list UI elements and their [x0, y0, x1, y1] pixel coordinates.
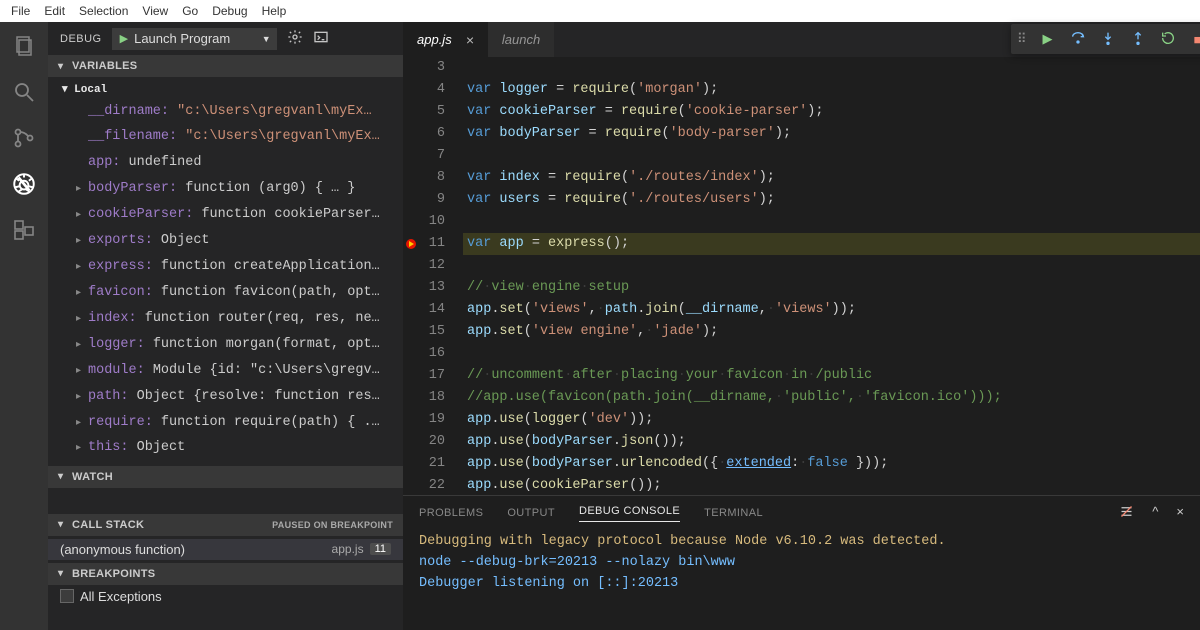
extensions-icon[interactable]: [10, 216, 38, 244]
panel-tab-problems[interactable]: PROBLEMS: [419, 507, 483, 519]
variable-row[interactable]: ▸logger: function morgan(format, opt…: [48, 332, 403, 358]
scm-icon[interactable]: [10, 124, 38, 152]
console-line: Debugging with legacy protocol because N…: [419, 532, 1184, 553]
gear-icon[interactable]: [287, 29, 303, 48]
chevron-down-icon: ▾: [62, 84, 68, 96]
debug-sidebar: DEBUG ▶ Launch Program ▼ ▾ VARIABLES ▾: [48, 22, 403, 630]
variable-row[interactable]: app: undefined: [48, 151, 403, 177]
menu-bar: File Edit Selection View Go Debug Help: [0, 0, 1200, 22]
watch-header[interactable]: ▾ WATCH: [48, 466, 403, 488]
chevron-down-icon: ▾: [58, 471, 68, 482]
tab-appjs[interactable]: app.js ×: [403, 22, 488, 57]
grip-icon[interactable]: ⠿: [1017, 31, 1027, 47]
chevron-down-icon: ▾: [58, 61, 68, 72]
variable-row[interactable]: ▸bodyParser: function (arg0) { … }: [48, 177, 403, 203]
variable-row[interactable]: __filename: "c:\Users\gregvanl\myEx…: [48, 125, 403, 151]
variable-row[interactable]: ▸module: Module {id: "c:\Users\gregv…: [48, 358, 403, 384]
stop-icon[interactable]: ■: [1189, 32, 1200, 47]
panel-tab-terminal[interactable]: TERMINAL: [704, 507, 763, 519]
variable-row[interactable]: ▸express: function createApplication…: [48, 255, 403, 281]
debug-config-name: Launch Program: [134, 31, 230, 46]
editor-area: app.js × launch ••• ⠿ ▶ ■ 3456789101112: [403, 22, 1200, 630]
console-line: node --debug-brk=20213 --nolazy bin\www: [419, 553, 1184, 574]
variables-body: ▾ Local __dirname: "c:\Users\gregvanl\my…: [48, 77, 403, 466]
explorer-icon[interactable]: [10, 32, 38, 60]
clear-console-icon[interactable]: [1119, 504, 1134, 522]
frame-name: (anonymous function): [60, 542, 185, 557]
frame-line: 11: [370, 543, 391, 555]
collapse-icon[interactable]: ^: [1152, 504, 1158, 522]
bottom-panel: PROBLEMS OUTPUT DEBUG CONSOLE TERMINAL ^…: [403, 495, 1200, 630]
breakpoint-all-exceptions[interactable]: All Exceptions: [60, 589, 391, 604]
close-panel-icon[interactable]: ×: [1176, 504, 1184, 522]
close-icon[interactable]: ×: [466, 32, 474, 48]
variable-row[interactable]: ▸favicon: function favicon(path, opt…: [48, 280, 403, 306]
callstack-state: PAUSED ON BREAKPOINT: [272, 520, 393, 530]
variable-row[interactable]: ▸path: Object {resolve: function res…: [48, 384, 403, 410]
menu-selection[interactable]: Selection: [72, 4, 135, 18]
panel-tab-output[interactable]: OUTPUT: [507, 507, 555, 519]
variable-row[interactable]: __dirname: "c:\Users\gregvanl\myEx…: [48, 99, 403, 125]
line-gutter[interactable]: 345678910111213141516171819202122: [403, 57, 463, 495]
breakpoints-header[interactable]: ▾ BREAKPOINTS: [48, 563, 403, 585]
panel-tab-debug-console[interactable]: DEBUG CONSOLE: [579, 505, 680, 522]
continue-icon[interactable]: ▶: [1039, 31, 1057, 47]
menu-file[interactable]: File: [4, 4, 37, 18]
variable-row[interactable]: ▸cookieParser: function cookieParser…: [48, 203, 403, 229]
menu-debug[interactable]: Debug: [205, 4, 254, 18]
debug-config-select[interactable]: ▶ Launch Program ▼: [112, 28, 277, 50]
search-icon[interactable]: [10, 78, 38, 106]
debug-icon[interactable]: [10, 170, 38, 198]
local-scope-header[interactable]: ▾ Local: [48, 79, 403, 99]
frame-file: app.js: [332, 542, 364, 556]
callstack-frame[interactable]: (anonymous function) app.js 11: [48, 539, 403, 560]
restart-icon[interactable]: [1159, 30, 1177, 49]
debug-title: DEBUG: [60, 33, 102, 45]
step-into-icon[interactable]: [1099, 30, 1117, 49]
start-debug-icon[interactable]: ▶: [120, 32, 128, 45]
variable-row[interactable]: ▸this: Object: [48, 436, 403, 462]
menu-go[interactable]: Go: [175, 4, 205, 18]
checkbox[interactable]: [60, 589, 74, 603]
menu-edit[interactable]: Edit: [37, 4, 72, 18]
menu-view[interactable]: View: [135, 4, 175, 18]
debug-console-icon[interactable]: [313, 29, 329, 48]
variable-row[interactable]: ▸index: function router(req, res, ne…: [48, 306, 403, 332]
code-editor[interactable]: var logger = require('morgan');var cooki…: [463, 57, 1200, 495]
chevron-down-icon: ▾: [58, 568, 68, 579]
variables-header[interactable]: ▾ VARIABLES: [48, 55, 403, 77]
callstack-header[interactable]: ▾ CALL STACK PAUSED ON BREAKPOINT: [48, 514, 403, 536]
activity-bar: [0, 22, 48, 630]
step-over-icon[interactable]: [1069, 30, 1087, 49]
menu-help[interactable]: Help: [255, 4, 294, 18]
console-line: Debugger listening on [::]:20213: [419, 574, 1184, 595]
variable-row[interactable]: ▸exports: Object: [48, 229, 403, 255]
variable-row[interactable]: ▸require: function require(path) { .…: [48, 410, 403, 436]
chevron-down-icon[interactable]: ▼: [262, 34, 271, 44]
step-out-icon[interactable]: [1129, 30, 1147, 49]
tab-launch[interactable]: launch: [488, 22, 554, 57]
debug-action-bar[interactable]: ⠿ ▶ ■: [1011, 24, 1200, 54]
chevron-down-icon: ▾: [58, 519, 68, 530]
